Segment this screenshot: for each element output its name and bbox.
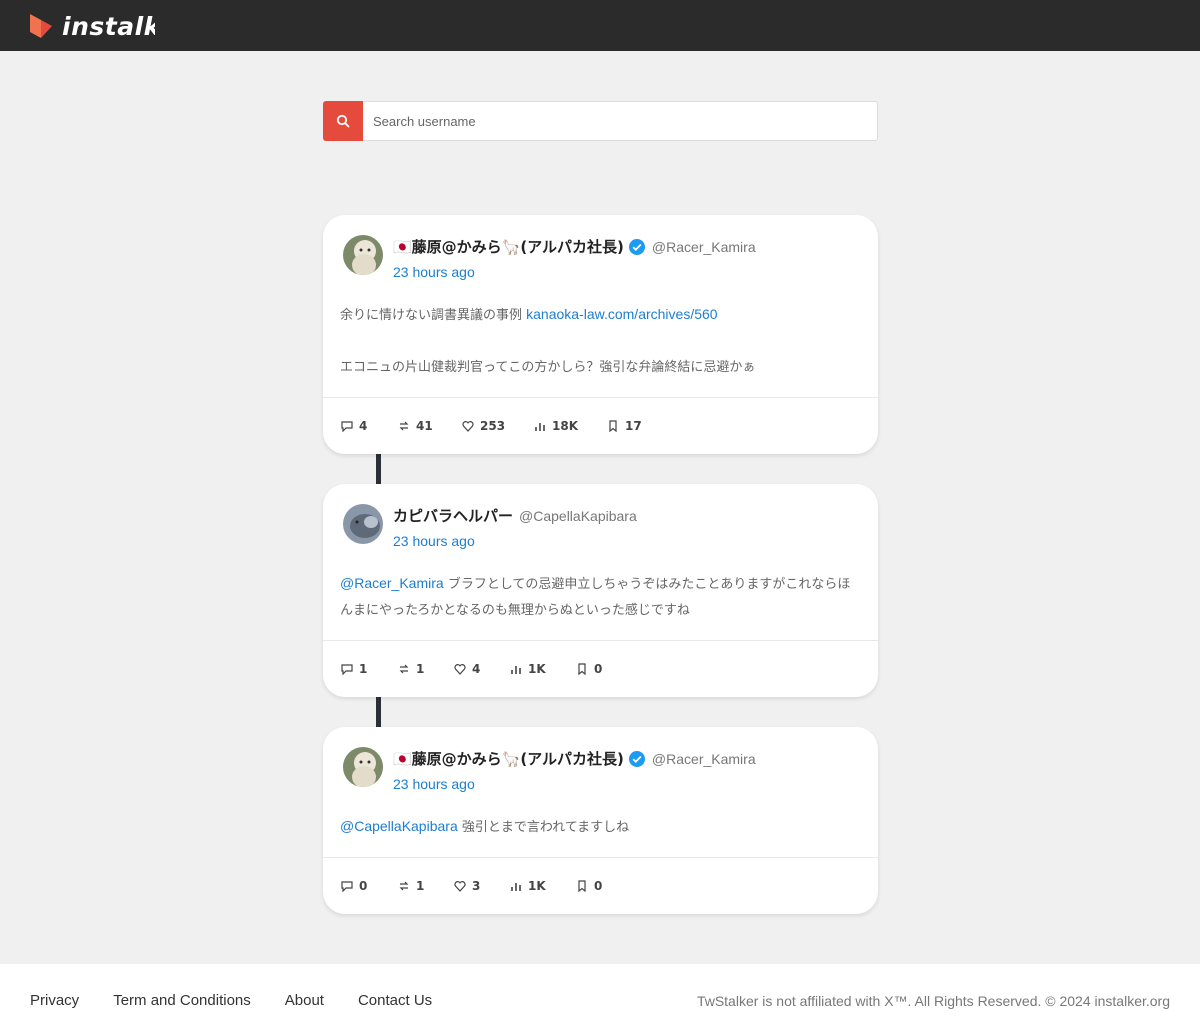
bookmark-count[interactable]: 0 bbox=[576, 879, 602, 893]
like-count[interactable]: 3 bbox=[454, 879, 510, 893]
display-name[interactable]: カピバラヘルパー bbox=[393, 505, 513, 526]
retweet-count[interactable]: 1 bbox=[398, 879, 454, 893]
user-handle[interactable]: @Racer_Kamira bbox=[652, 239, 756, 255]
verified-badge-icon bbox=[628, 750, 645, 767]
brand-logo[interactable]: instalker bbox=[28, 10, 155, 42]
brand-name: instalker bbox=[62, 11, 155, 41]
chart-icon bbox=[535, 422, 545, 431]
logo-icon bbox=[30, 14, 52, 38]
post-timestamp[interactable]: 23 hours ago bbox=[393, 264, 475, 280]
bookmark-icon bbox=[578, 879, 586, 892]
post-text: 余りに情けない調書異議の事例 kanaoka-law.com/archives/… bbox=[323, 285, 878, 381]
retweet-icon bbox=[399, 881, 409, 890]
search-input[interactable] bbox=[363, 101, 878, 141]
post-text-segment: 強引とまで言われてますしね bbox=[457, 820, 630, 835]
post-timestamp[interactable]: 23 hours ago bbox=[393, 533, 475, 549]
bookmark-count[interactable]: 0 bbox=[576, 662, 602, 676]
heart-icon bbox=[462, 420, 474, 432]
footer-link-about[interactable]: About bbox=[285, 992, 324, 1009]
thread-connector bbox=[376, 453, 381, 485]
reply-count[interactable]: 0 bbox=[341, 879, 398, 893]
view-count[interactable]: 1K bbox=[510, 662, 576, 676]
avatar[interactable] bbox=[343, 747, 383, 787]
thread-connector bbox=[376, 696, 381, 728]
bookmark-icon bbox=[609, 419, 617, 432]
heart-icon bbox=[454, 880, 466, 892]
footer-notice: TwStalker is not affiliated with X™. All… bbox=[696, 993, 1170, 1009]
post-text: @Racer_Kamira ブラフとしての忌避申立しちゃうぞはみたことありますが… bbox=[323, 554, 878, 624]
like-count[interactable]: 4 bbox=[454, 662, 510, 676]
post-mention[interactable]: @Racer_Kamira bbox=[340, 575, 444, 591]
search-icon bbox=[336, 114, 350, 128]
display-name[interactable]: 🇯🇵藤原@かみら🦙(アルパカ社長) bbox=[393, 236, 624, 257]
bookmark-icon bbox=[578, 662, 586, 675]
reply-icon bbox=[341, 663, 353, 675]
search-bar bbox=[323, 101, 878, 141]
post-card[interactable]: カピバラヘルパー @CapellaKapibara 23 hours ago @… bbox=[323, 484, 878, 697]
top-navbar: instalker bbox=[0, 0, 1200, 51]
post-text: @CapellaKapibara 強引とまで言われてますしね bbox=[323, 797, 878, 841]
view-count[interactable]: 18K bbox=[534, 419, 607, 433]
footer-link-privacy[interactable]: Privacy bbox=[30, 992, 79, 1009]
verified-badge-icon bbox=[628, 238, 645, 255]
retweet-count[interactable]: 1 bbox=[398, 662, 454, 676]
footer-link-terms[interactable]: Term and Conditions bbox=[113, 992, 251, 1009]
retweet-icon bbox=[399, 421, 409, 430]
like-count[interactable]: 253 bbox=[462, 419, 534, 433]
post-link[interactable]: kanaoka-law.com/archives/560 bbox=[526, 306, 717, 322]
post-stats: 0 1 3 1K 0 bbox=[323, 857, 878, 913]
post-stats: 4 41 253 18K 17 bbox=[323, 397, 878, 453]
post-card[interactable]: 🇯🇵藤原@かみら🦙(アルパカ社長) @Racer_Kamira 23 hours… bbox=[323, 215, 878, 454]
chart-icon bbox=[511, 882, 521, 891]
avatar[interactable] bbox=[343, 504, 383, 544]
avatar[interactable] bbox=[343, 235, 383, 275]
retweet-icon bbox=[399, 664, 409, 673]
post-stats: 1 1 4 1K 0 bbox=[323, 640, 878, 696]
reply-count[interactable]: 4 bbox=[341, 419, 398, 433]
heart-icon bbox=[454, 663, 466, 675]
footer-link-contact[interactable]: Contact Us bbox=[358, 992, 432, 1009]
reply-icon bbox=[341, 880, 353, 892]
post-card[interactable]: 🇯🇵藤原@かみら🦙(アルパカ社長) @Racer_Kamira 23 hours… bbox=[323, 727, 878, 914]
bookmark-count[interactable]: 17 bbox=[607, 419, 642, 433]
post-mention[interactable]: @CapellaKapibara bbox=[340, 818, 458, 834]
search-button[interactable] bbox=[323, 101, 363, 141]
post-text-segment: 余りに情けない調書異議の事例 bbox=[340, 308, 527, 323]
reply-count[interactable]: 1 bbox=[341, 662, 398, 676]
post-text-segment: エコニュの片山健裁判官ってこの方かしら？強引な弁論終結に忌避かぁ bbox=[340, 360, 756, 375]
page-footer: Privacy Term and Conditions About Contac… bbox=[0, 964, 1200, 1035]
reply-icon bbox=[341, 420, 353, 432]
user-handle[interactable]: @Racer_Kamira bbox=[652, 751, 756, 767]
user-handle[interactable]: @CapellaKapibara bbox=[519, 508, 637, 524]
retweet-count[interactable]: 41 bbox=[398, 419, 462, 433]
view-count[interactable]: 1K bbox=[510, 879, 576, 893]
post-timestamp[interactable]: 23 hours ago bbox=[393, 776, 475, 792]
display-name[interactable]: 🇯🇵藤原@かみら🦙(アルパカ社長) bbox=[393, 748, 624, 769]
chart-icon bbox=[511, 665, 521, 674]
